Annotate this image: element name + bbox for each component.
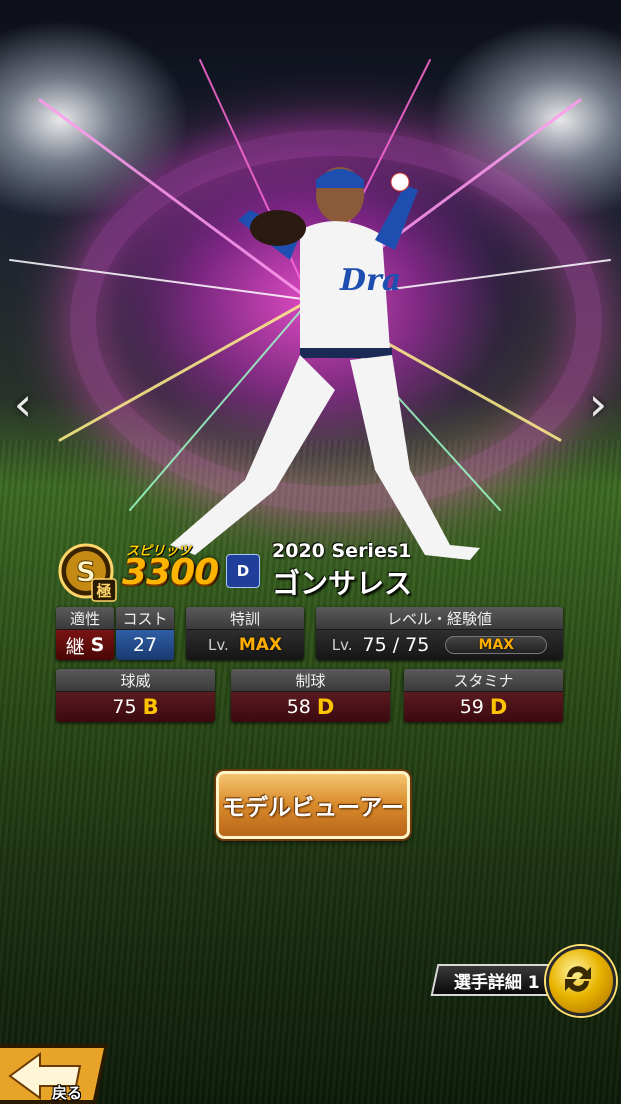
- stat-value: 75: [112, 696, 137, 718]
- stat-box-power: 球威 75 B: [56, 669, 215, 722]
- level-max: 75: [405, 634, 430, 656]
- back-label: 戻る: [52, 1084, 83, 1102]
- player-card-screen: Dra ‹ › S 極 スピリッツ 3300 D 2020 Series1 ゴン…: [0, 0, 621, 1104]
- switch-detail-button[interactable]: [546, 946, 616, 1016]
- chevron-left-icon: ‹: [13, 377, 33, 431]
- level-sep: /: [392, 634, 400, 656]
- stat-label: 制球: [231, 669, 390, 692]
- series-text: 2020 Series1: [272, 540, 412, 562]
- cost-box: コスト 27: [116, 607, 174, 660]
- stat-value-row: 75 B: [56, 692, 215, 722]
- level-lv-prefix: Lv.: [331, 636, 353, 654]
- aptitude-box: 適性 継 S: [56, 607, 114, 660]
- training-max: MAX: [238, 635, 283, 655]
- aptitude-value: 継 S: [56, 630, 114, 660]
- exp-max-label: MAX: [478, 637, 515, 653]
- level-value: Lv. 75 / 75 MAX: [316, 630, 563, 660]
- spirits-value: 3300: [122, 552, 219, 593]
- exp-bar: MAX: [445, 636, 548, 654]
- level-current: 75: [362, 634, 387, 656]
- aptitude-char: 継: [65, 635, 85, 658]
- stat-grade: D: [316, 695, 335, 719]
- stat-label: スタミナ: [404, 669, 563, 692]
- training-label: 特訓: [186, 607, 304, 630]
- stat-value: 59: [459, 696, 484, 718]
- player-detail-tab[interactable]: 選手詳細 1: [420, 955, 564, 1001]
- chevron-right-icon: ›: [588, 377, 608, 431]
- player-detail-label-box: 選手詳細 1: [430, 964, 564, 996]
- stat-value-row: 58 D: [231, 692, 390, 722]
- player-detail-label: 選手詳細 1: [454, 972, 540, 993]
- training-value: Lv. MAX: [186, 630, 304, 660]
- training-lv-prefix: Lv.: [207, 636, 229, 654]
- training-box: 特訓 Lv. MAX: [186, 607, 304, 660]
- svg-text:Dra: Dra: [339, 263, 401, 298]
- aptitude-grade: S: [90, 634, 105, 656]
- cost-value: 27: [116, 630, 174, 660]
- stat-value: 58: [286, 696, 311, 718]
- rank-s-badge-icon: S 極: [58, 543, 117, 602]
- model-viewer-button[interactable]: モデルビューアー: [216, 771, 410, 839]
- rank-sub: 極: [95, 582, 111, 600]
- stat-grade: B: [142, 695, 159, 719]
- prev-player-button[interactable]: ‹: [6, 380, 40, 428]
- stat-box-control: 制球 58 D: [231, 669, 390, 722]
- level-box: レベル・経験値 Lv. 75 / 75 MAX: [316, 607, 563, 660]
- stat-box-stamina: スタミナ 59 D: [404, 669, 563, 722]
- level-label: レベル・経験値: [316, 607, 563, 630]
- player-image: Dra: [170, 167, 480, 560]
- team-logo-icon: D: [226, 554, 260, 588]
- refresh-arrows-icon: [565, 966, 591, 992]
- stat-value-row: 59 D: [404, 692, 563, 722]
- player-name: ゴンサレス: [272, 567, 413, 600]
- stat-grade: D: [489, 695, 508, 719]
- next-player-button[interactable]: ›: [581, 380, 615, 428]
- cost-label: コスト: [116, 607, 174, 630]
- aptitude-label: 適性: [56, 607, 114, 630]
- stat-label: 球威: [56, 669, 215, 692]
